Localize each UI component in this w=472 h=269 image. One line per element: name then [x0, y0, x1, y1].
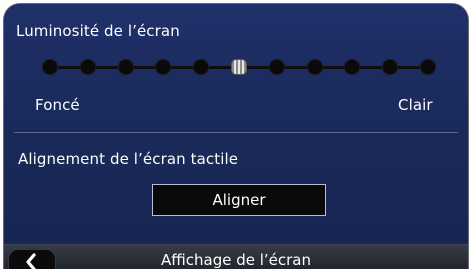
- brightness-dark-label: Foncé: [35, 96, 80, 114]
- brightness-slider-step[interactable]: [42, 59, 58, 75]
- brightness-slider-step[interactable]: [268, 59, 285, 75]
- brightness-slider-step[interactable]: [382, 59, 399, 75]
- brightness-slider-step[interactable]: [193, 59, 210, 75]
- brightness-slider-step[interactable]: [117, 59, 134, 75]
- brightness-slider-step[interactable]: [306, 59, 323, 75]
- brightness-slider-step[interactable]: [155, 59, 172, 75]
- touchscreen-alignment-title: Alignement de l’écran tactile: [18, 150, 239, 168]
- device-screen-frame: Luminosité de l’écran Foncé Clair Aligne…: [4, 4, 468, 269]
- brightness-title: Luminosité de l’écran: [16, 22, 180, 40]
- screen-title: Affichage de l’écran: [160, 251, 312, 269]
- brightness-slider-step[interactable]: [344, 59, 361, 75]
- settings-panel: Luminosité de l’écran Foncé Clair Aligne…: [4, 4, 468, 269]
- brightness-slider-step[interactable]: [420, 59, 436, 75]
- align-button[interactable]: Aligner: [152, 184, 326, 216]
- bottom-bar: Affichage de l’écran: [4, 244, 468, 269]
- brightness-slider-step[interactable]: [79, 59, 96, 75]
- section-divider: [14, 132, 458, 133]
- brightness-slider-thumb[interactable]: [232, 60, 246, 74]
- brightness-light-label: Clair: [398, 96, 433, 114]
